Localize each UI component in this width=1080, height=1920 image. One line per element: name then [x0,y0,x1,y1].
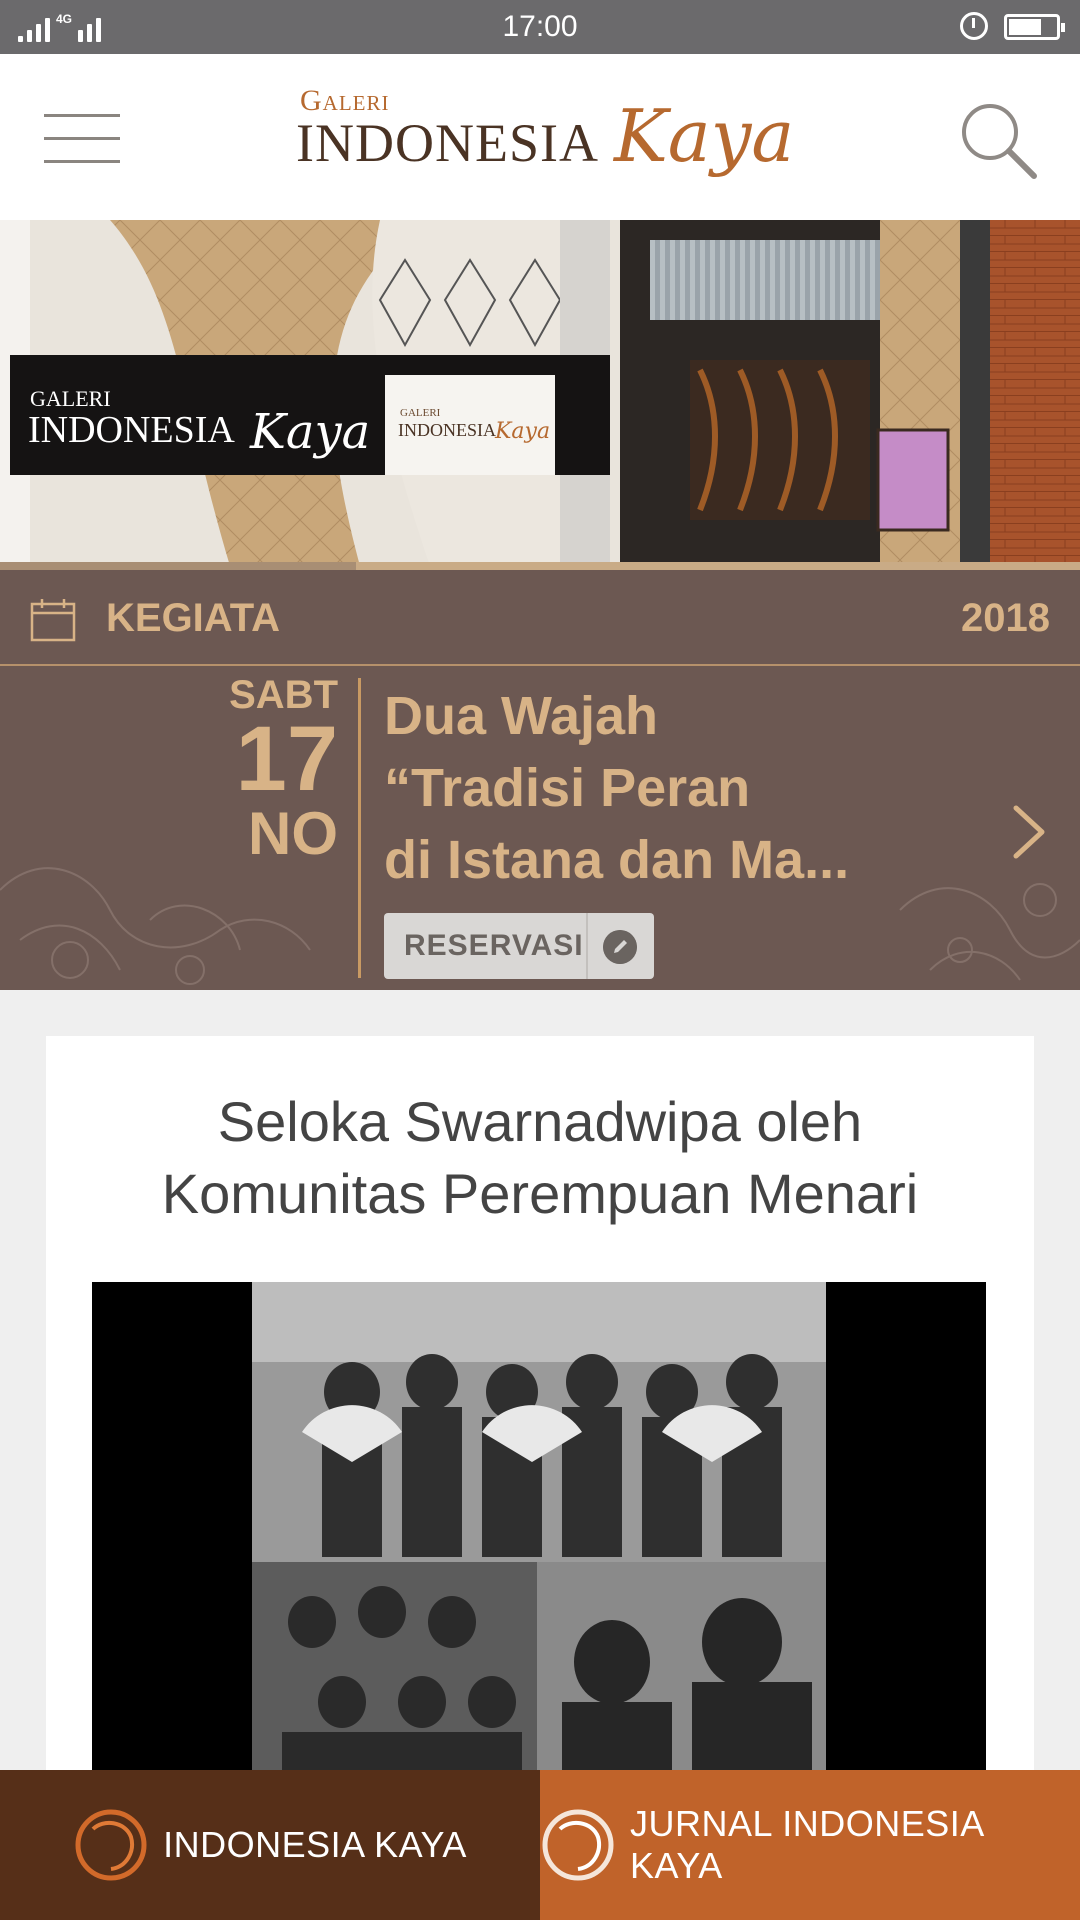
jurnal-icon [542,1809,614,1881]
logo-indonesia: INDONESIA [296,113,599,173]
tab-jurnal-indonesia-kaya[interactable]: JURNAL INDONESIA KAYA [540,1770,1080,1920]
events-section-title: KEGIATA [106,596,281,640]
event-date: SABT 17 NO [170,674,338,866]
reservation-label: RESERVASI [404,929,584,962]
menu-line [44,137,120,140]
events-year: 2018 [961,596,1050,640]
alarm-icon [960,12,988,40]
search-icon[interactable] [958,100,1038,180]
event-day-number: 17 [235,708,338,810]
svg-text:INDONESIA: INDONESIA [28,409,235,451]
article-title-line: Komunitas Perempuan Menari [161,1162,919,1225]
pencil-icon [603,930,637,964]
svg-text:GALERI: GALERI [30,386,111,411]
brand-logo[interactable]: Galeri INDONESIA Kaya [296,84,796,204]
indonesia-kaya-icon [75,1809,147,1881]
chevron-right-icon[interactable] [1010,802,1050,862]
battery-icon [1004,14,1065,40]
tab-label: JURNAL INDONESIA KAYA [630,1803,983,1886]
slide-indicator-active [0,562,357,570]
svg-text:Kaya: Kaya [249,404,370,460]
hero-banner[interactable]: GALERI INDONESIA Kaya GALERI INDONESIA K… [0,220,1080,566]
event-divider [358,678,361,978]
events-header: KEGIATA 2018 [0,570,1080,666]
event-title[interactable]: Dua Wajah “Tradisi Peran di Istana dan M… [384,680,904,896]
article-title: Seloka Swarnadwipa oleh Komunitas Peremp… [46,1086,1034,1230]
hero-illustration: GALERI INDONESIA Kaya GALERI INDONESIA K… [0,220,1080,566]
calendar-icon [30,599,76,642]
logo-kaya: Kaya [614,94,795,178]
events-panel: KEGIATA 2018 SABT 17 NO Dua Wajah “Tradi… [0,570,1080,990]
tab-label: INDONESIA KAYA [163,1824,467,1865]
status-time: 17:00 [502,10,578,43]
app-header: Galeri INDONESIA Kaya [0,54,1080,220]
menu-line [44,160,120,163]
article-title-line: Seloka Swarnadwipa oleh [217,1090,863,1153]
event-title-line: Dua Wajah [384,686,659,746]
event-title-line: “Tradisi Peran [384,758,751,818]
slide-indicator [0,562,1080,570]
svg-text:GALERI: GALERI [400,407,441,419]
bottom-navigation: INDONESIA KAYA JURNAL INDONESIA KAYA [0,1770,1080,1920]
reservation-button[interactable]: RESERVASI [384,913,654,979]
battery-level [1009,19,1042,35]
svg-text:Kaya: Kaya [494,419,550,444]
menu-button[interactable] [44,114,120,164]
button-separator [586,913,588,979]
event-title-line: di Istana dan Ma... [384,830,850,890]
tab-indonesia-kaya[interactable]: INDONESIA KAYA [0,1770,540,1920]
svg-text:INDONESIA: INDONESIA [398,420,496,440]
event-month: NO [248,800,338,867]
status-bar: 4G 17:00 [0,0,1080,54]
menu-line [44,114,120,117]
